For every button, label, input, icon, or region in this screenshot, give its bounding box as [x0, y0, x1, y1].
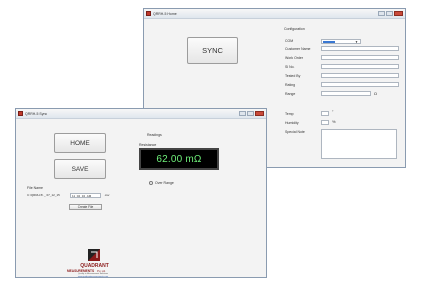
close-icon[interactable] — [394, 11, 403, 16]
com-label: COM — [285, 39, 294, 43]
resistance-label: Resistance — [139, 143, 157, 147]
work-order-label: Work Order — [285, 56, 304, 60]
home-button[interactable]: HOME — [54, 133, 106, 153]
tested-by-field[interactable] — [321, 73, 399, 78]
customer-name-label: Customer Name — [285, 47, 311, 51]
work-order-field[interactable] — [321, 55, 399, 60]
save-button[interactable]: SAVE — [54, 159, 106, 179]
file-name-label: File Name — [27, 186, 43, 190]
temp-label: Temp — [285, 112, 294, 116]
file-name-input[interactable]: 11_02_32_AM — [70, 193, 101, 198]
maximize-icon[interactable] — [386, 11, 393, 16]
maximize-icon[interactable] — [247, 111, 254, 116]
humidity-field[interactable] — [321, 120, 329, 125]
tested-by-label: Tested By — [285, 74, 301, 78]
customer-name-field[interactable] — [321, 46, 399, 51]
minimize-icon[interactable] — [378, 11, 385, 16]
sync-titlebar: QRRH-5 Sync — [16, 109, 266, 119]
quadrant-logo-icon — [88, 249, 100, 261]
create-file-button[interactable]: Create File — [69, 204, 102, 210]
sl-no-field[interactable] — [321, 64, 399, 69]
app-icon — [18, 111, 23, 116]
window-controls — [239, 111, 264, 116]
app-icon — [146, 11, 151, 16]
humidity-unit: % — [332, 119, 336, 124]
temp-unit: ° — [332, 110, 334, 114]
over-range-label: Over Range — [155, 181, 174, 185]
readings-label: Readings — [147, 133, 162, 137]
file-extension: .csv — [104, 193, 110, 197]
home-titlebar: QRRH-5 Home — [144, 9, 405, 19]
window-title: QRRH-5 Home — [153, 11, 177, 16]
sl-no-label: Sl No. — [285, 65, 295, 69]
configuration-label: Configuration — [284, 27, 305, 31]
range-field[interactable] — [321, 91, 371, 96]
humidity-label: Humidity — [285, 121, 299, 125]
close-icon[interactable] — [255, 111, 264, 116]
range-label: Range — [285, 92, 296, 96]
window-controls — [378, 11, 403, 16]
sync-button[interactable]: SYNC — [187, 37, 238, 64]
special-note-label: Special Note — [285, 130, 305, 134]
sync-window: QRRH-5 Sync HOME SAVE Readings Resistanc… — [15, 108, 267, 278]
chevron-down-icon: ▼ — [355, 40, 358, 44]
window-title: QRRH-5 Sync — [25, 111, 48, 116]
rating-field[interactable] — [321, 82, 399, 87]
range-unit: Ω — [374, 91, 377, 96]
logo-website[interactable]: www.quadrantmeasurements.com — [68, 276, 118, 278]
file-path: C:\QRRH-5\ _ 07_12_15 — [27, 193, 60, 197]
rating-label: Rating — [285, 83, 296, 87]
over-range-radio[interactable] — [149, 181, 153, 185]
resistance-display: 62.00 mΩ — [139, 148, 219, 170]
com-select[interactable]: ▼ — [321, 39, 361, 44]
special-note-field[interactable] — [321, 129, 397, 159]
com-selected-value — [323, 41, 335, 43]
temp-field[interactable] — [321, 111, 329, 116]
minimize-icon[interactable] — [239, 111, 246, 116]
